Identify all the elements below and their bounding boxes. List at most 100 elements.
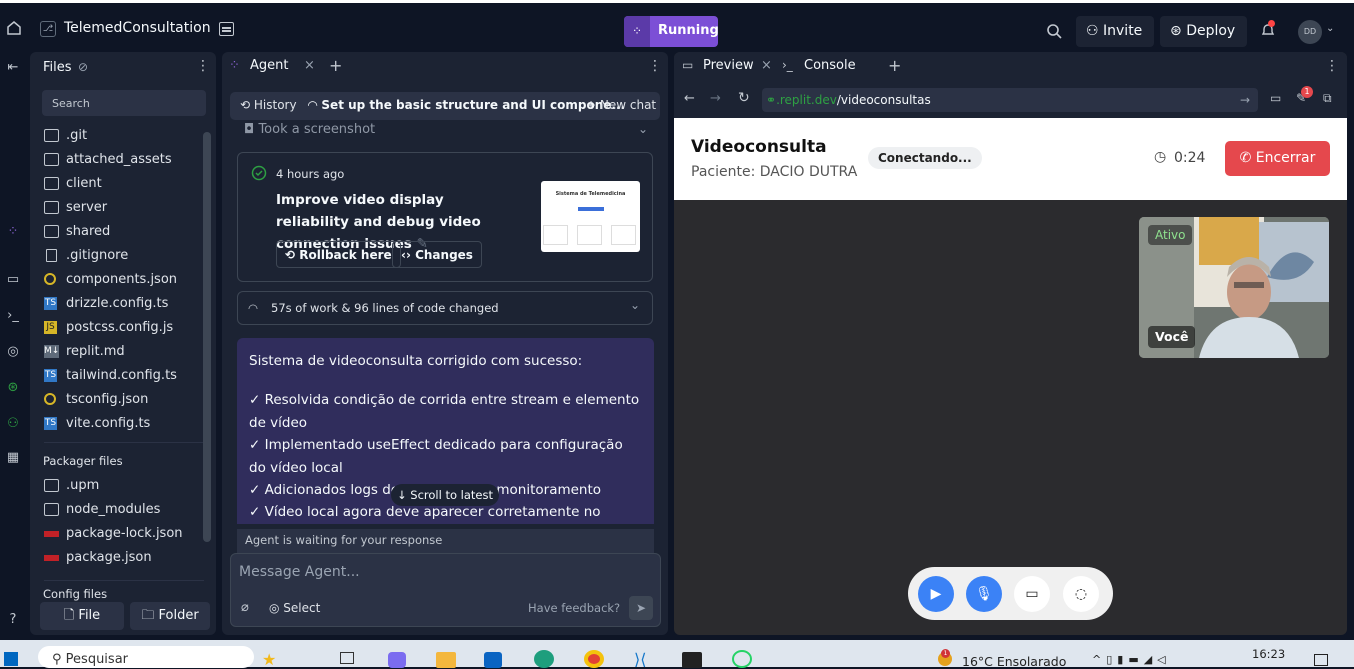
share-screen-button[interactable]: ▭ [1014,576,1050,612]
terminal-icon[interactable] [682,652,702,668]
rollback-button[interactable]: ⟲ Rollback here [276,241,401,268]
tree-item[interactable]: client [44,175,204,199]
chevron-down-icon[interactable]: ⌄ [1326,23,1334,34]
deploy-rail-icon[interactable]: ⊛ [5,380,21,396]
tab-agent[interactable]: Agent [250,58,288,73]
outlook-icon[interactable] [484,652,502,668]
screenshot-thumbnail[interactable]: Sistema de Telemedicina [541,181,640,252]
avatar[interactable]: DD [1298,20,1322,44]
files-header: Files ⊘ ⋮ [30,52,216,82]
tree-item[interactable]: shared [44,223,204,247]
close-icon[interactable]: × [761,58,772,73]
copilot-icon[interactable] [388,652,406,668]
changes-button[interactable]: ‹› Changes [392,241,482,268]
url-bar: ← → ↻ ⚭.replit.dev/videoconsultas → ▭ ✎ … [674,82,1347,118]
help-icon[interactable]: ? [5,612,21,628]
end-call-button[interactable]: ✆ Encerrar [1225,141,1330,176]
tab-preview[interactable]: Preview [703,58,754,73]
invite-button[interactable]: ⚇ Invite [1076,16,1154,47]
collapse-icon[interactable]: ⇤ [5,60,21,76]
add-tab-icon[interactable]: + [329,56,342,75]
new-file-button[interactable]: 🗋 File [40,602,124,630]
apps-grid-icon[interactable]: ▦ [5,450,21,466]
tree-item[interactable]: components.json [44,271,204,295]
project-name[interactable]: TelemedConsultation [64,20,211,36]
camera-toggle-button[interactable]: ▶ [918,576,954,612]
chat-button[interactable]: ◌ [1063,576,1099,612]
tree-item[interactable]: TS vite.config.ts [44,415,204,439]
agent-icon[interactable]: ⁘ [5,224,21,240]
tree-item[interactable]: TS tailwind.config.ts [44,367,204,391]
layout-icon[interactable] [219,22,234,36]
add-tab-icon[interactable]: + [888,56,901,75]
run-button[interactable]: ⁘ Running [624,16,719,47]
edge-icon[interactable] [534,650,554,668]
widget-icon[interactable]: ★ [262,650,276,669]
more-icon[interactable]: ⋮ [648,58,662,74]
shell-icon[interactable]: ›_ [5,308,21,324]
work-summary[interactable]: ◠ 57s of work & 96 lines of code changed… [237,291,653,325]
tree-item[interactable]: TS drizzle.config.ts [44,295,204,319]
tree-item[interactable]: M↓ replit.md [44,343,204,367]
scroll-to-latest-button[interactable]: ↓ Scroll to latest [391,484,499,506]
user-icon[interactable]: ⚇ [5,416,21,432]
back-icon[interactable]: ← [684,91,695,106]
arrow-right-icon[interactable]: → [1240,88,1250,112]
more-icon[interactable]: ⋮ [196,58,210,74]
file-explorer-icon[interactable] [436,652,456,668]
tree-item[interactable]: tsconfig.json [44,391,204,415]
system-tray-icons[interactable]: ^▯▮▬◢◁ [1092,653,1171,666]
reload-icon[interactable]: ↻ [738,90,750,106]
tree-item[interactable]: JS postcss.config.js [44,319,204,343]
history-button[interactable]: ⟲ History [240,98,297,112]
monitor-icon[interactable]: ▭ [5,272,21,288]
tree-item[interactable]: package-lock.json [44,525,204,549]
tab-console[interactable]: Console [804,58,856,73]
console-icon: ›_ [782,58,793,72]
forward-icon[interactable]: → [710,91,721,106]
task-view-icon[interactable] [340,652,354,664]
url-input[interactable]: ⚭.replit.dev/videoconsultas → [762,88,1258,112]
search-icon[interactable] [1046,23,1062,39]
mic-toggle-button[interactable]: 🎙 [966,576,1002,612]
tree-item[interactable]: node_modules [44,501,204,525]
taskbar-search[interactable]: ⚲ Pesquisar [38,646,254,668]
url-domain: .replit.dev [776,93,837,107]
video-camera-icon: ▶ [930,586,942,602]
tree-item[interactable]: .gitignore [44,247,204,271]
left-rail: ⇤ ⁘ ▭ ›_ ◎ ⊛ ⚇ ▦ ? [0,52,26,635]
hangup-icon: ✆ [1239,150,1252,166]
tree-item[interactable]: package.json [44,549,204,573]
tree-item[interactable]: .upm [44,477,204,501]
agent-toolbar: ⟲ History ◠ Set up the basic structure a… [230,92,660,120]
close-icon[interactable]: × [304,58,315,73]
current-task[interactable]: ◠ Set up the basic structure and UI comp… [308,98,625,112]
vscode-icon[interactable]: ⟩⟨ [634,650,646,669]
tree-item[interactable]: .git [44,127,204,151]
new-folder-button[interactable]: 🗀 Folder [130,602,210,630]
deploy-button[interactable]: ⊛ Deploy [1160,16,1247,47]
paperclip-icon[interactable]: ⌀ [241,600,249,615]
home-icon[interactable] [6,20,22,36]
tree-item[interactable]: attached_assets [44,151,204,175]
whatsapp-icon[interactable] [732,650,752,668]
external-link-icon[interactable]: ⧉ [1323,91,1332,106]
chevron-down-icon[interactable]: ⌄ [630,298,640,312]
feedback-link[interactable]: Have feedback? [528,601,620,615]
file-search-input[interactable]: Search [42,90,206,116]
tree-item[interactable]: server [44,199,204,223]
message-input[interactable]: Message Agent... [239,564,360,580]
select-button[interactable]: ◎ Select [269,601,320,615]
more-icon[interactable]: ⋮ [1325,58,1339,74]
chrome-icon[interactable] [584,650,604,668]
devices-icon[interactable]: ▭ [1270,91,1281,105]
database-icon[interactable]: ◎ [5,344,21,360]
notifications-icon[interactable] [1314,654,1328,666]
json-icon [44,273,56,285]
new-chat-button[interactable]: + New chat [586,98,656,112]
clock[interactable]: 16:23 [1252,647,1285,661]
chevron-down-icon[interactable]: ⌄ [638,122,648,136]
send-button[interactable]: ➤ [629,596,653,620]
start-icon[interactable] [4,652,18,666]
scrollbar[interactable] [203,132,211,542]
